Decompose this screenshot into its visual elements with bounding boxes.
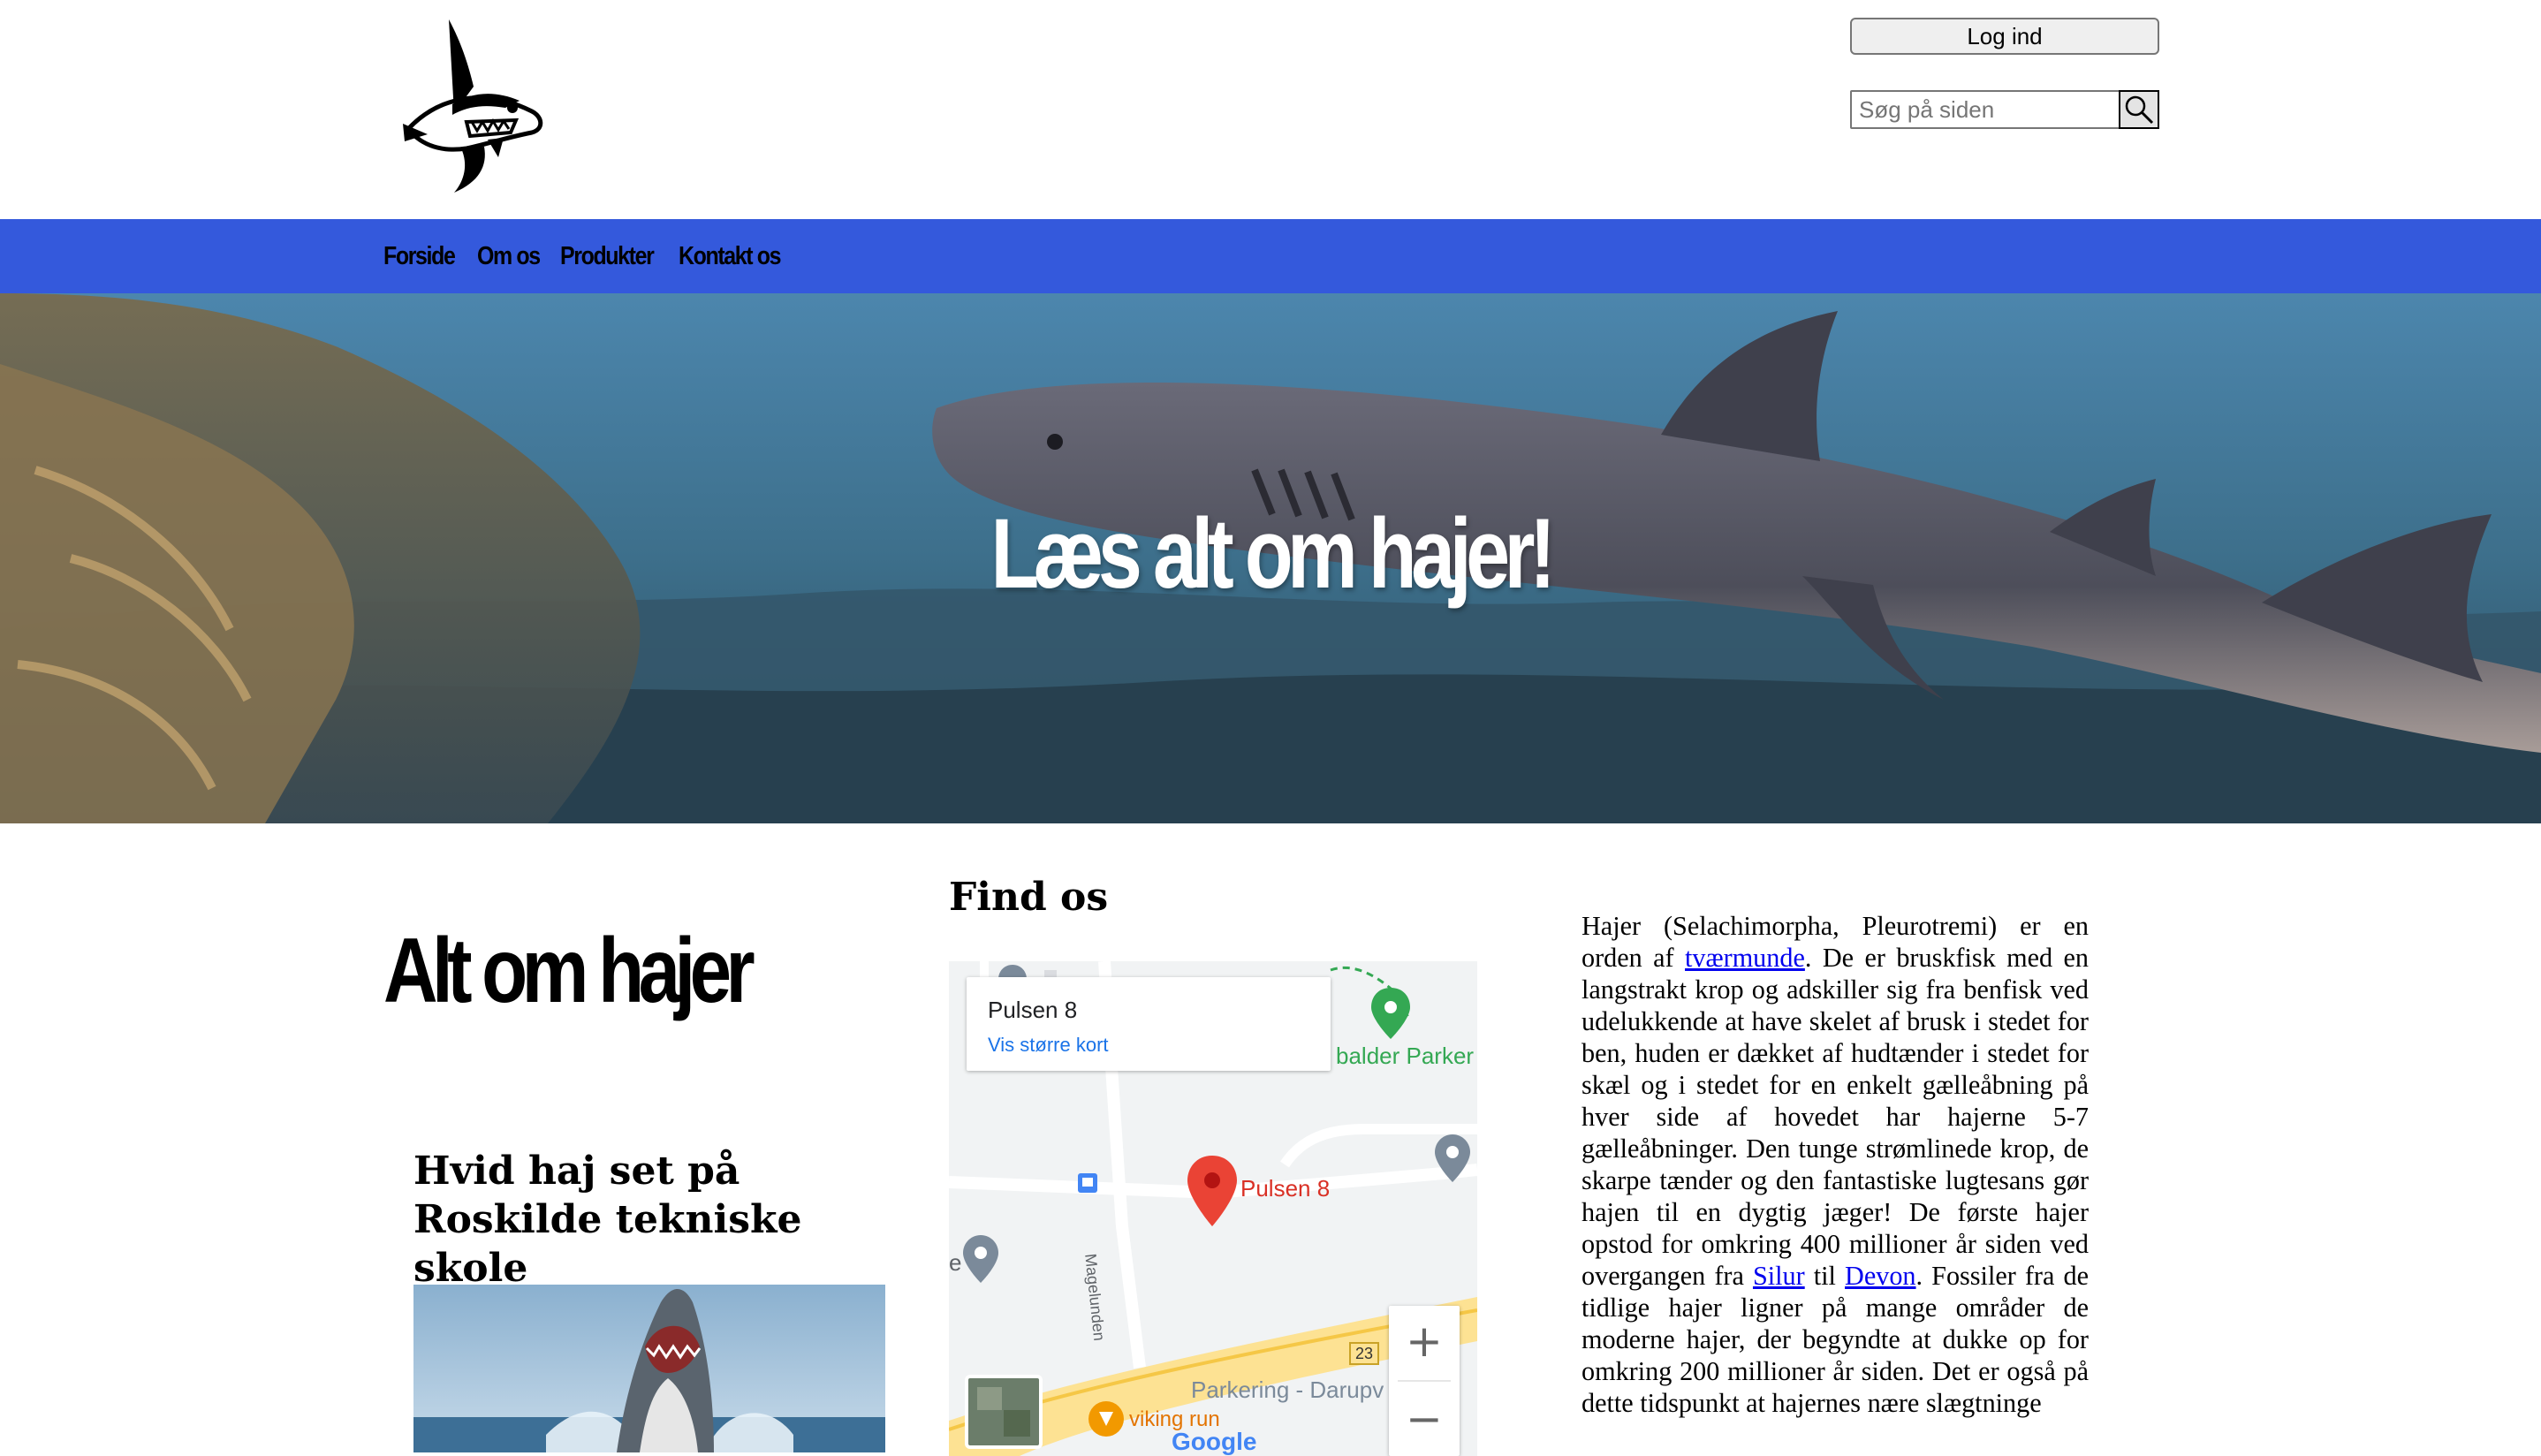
body-text-3: til — [1804, 1261, 1846, 1291]
map-restaurant-pin — [1088, 1401, 1124, 1437]
map-larger-link[interactable]: Vis større kort — [988, 1034, 1109, 1057]
main-nav: Forside Om os Produkter Kontakt os — [0, 219, 2541, 293]
page-title: Alt om hajer — [383, 920, 755, 1022]
zoom-divider — [1398, 1380, 1451, 1382]
article-image[interactable] — [413, 1285, 885, 1452]
nav-link-forside[interactable]: Forside — [383, 242, 456, 271]
map-pin-label: Pulsen 8 — [1240, 1175, 1331, 1202]
map-label-route-number: 23 — [1355, 1345, 1374, 1362]
map-bus-stop-icon — [1078, 1173, 1097, 1193]
magnifier-icon — [2125, 95, 2154, 125]
nav-link-kontakt-os[interactable]: Kontakt os — [679, 242, 781, 271]
search-input[interactable] — [1850, 90, 2120, 129]
nav-item-kontakt-os: Kontakt os — [679, 242, 790, 271]
map-satellite-thumb — [965, 1375, 1043, 1449]
search-button[interactable] — [2119, 90, 2159, 129]
nav-link-produkter[interactable]: Produkter — [560, 242, 655, 271]
nav-item-forside: Forside — [383, 242, 459, 271]
zoom-in-button[interactable]: + — [1389, 1306, 1460, 1376]
map-label-parking: Parkering - Darupv — [1191, 1376, 1384, 1403]
site-header: Log ind — [0, 0, 2541, 219]
nav-item-produkter: Produkter — [560, 242, 662, 271]
shark-logo-icon[interactable] — [399, 16, 548, 196]
map-info-card: Pulsen 8 Vis større kort — [967, 977, 1331, 1071]
nav-list: Forside Om os Produkter Kontakt os — [383, 219, 790, 293]
hero-title: Læs alt om hajer! — [990, 498, 1555, 609]
nav-item-om-os: Om os — [477, 242, 542, 271]
link-devon[interactable]: Devon — [1845, 1261, 1915, 1291]
search-form — [1850, 90, 2159, 129]
login-button[interactable]: Log ind — [1850, 18, 2159, 55]
map-card-title: Pulsen 8 — [988, 997, 1078, 1023]
zoom-out-button[interactable]: − — [1389, 1384, 1460, 1454]
nav-link-om-os[interactable]: Om os — [477, 242, 541, 271]
link-silur[interactable]: Silur — [1753, 1261, 1805, 1291]
article-title[interactable]: Hvid haj set på Roskilde tekniske skole — [413, 1147, 908, 1293]
body-paragraph: Hajer (Selachimorpha, Pleurotremi) er en… — [1581, 910, 2089, 1419]
map-label-partial: e — [949, 1249, 962, 1276]
map-embed[interactable]: balder Parker Pulsen 8 Magelunden e 23 P… — [949, 961, 1477, 1456]
hero-banner: Læs alt om hajer! — [0, 293, 2541, 823]
link-tvaermunde[interactable]: tværmunde — [1685, 943, 1805, 973]
map-label-park: balder Parker — [1336, 1043, 1475, 1069]
body-text-2: . De er bruskfisk med en langstrakt krop… — [1581, 943, 2089, 1291]
map-zoom-control: + − — [1389, 1306, 1460, 1456]
find-us-title: Find os — [949, 875, 1109, 920]
article-body: Hajer (Selachimorpha, Pleurotremi) er en… — [1581, 910, 2089, 1419]
map-google-logo: Google — [1172, 1428, 1257, 1455]
